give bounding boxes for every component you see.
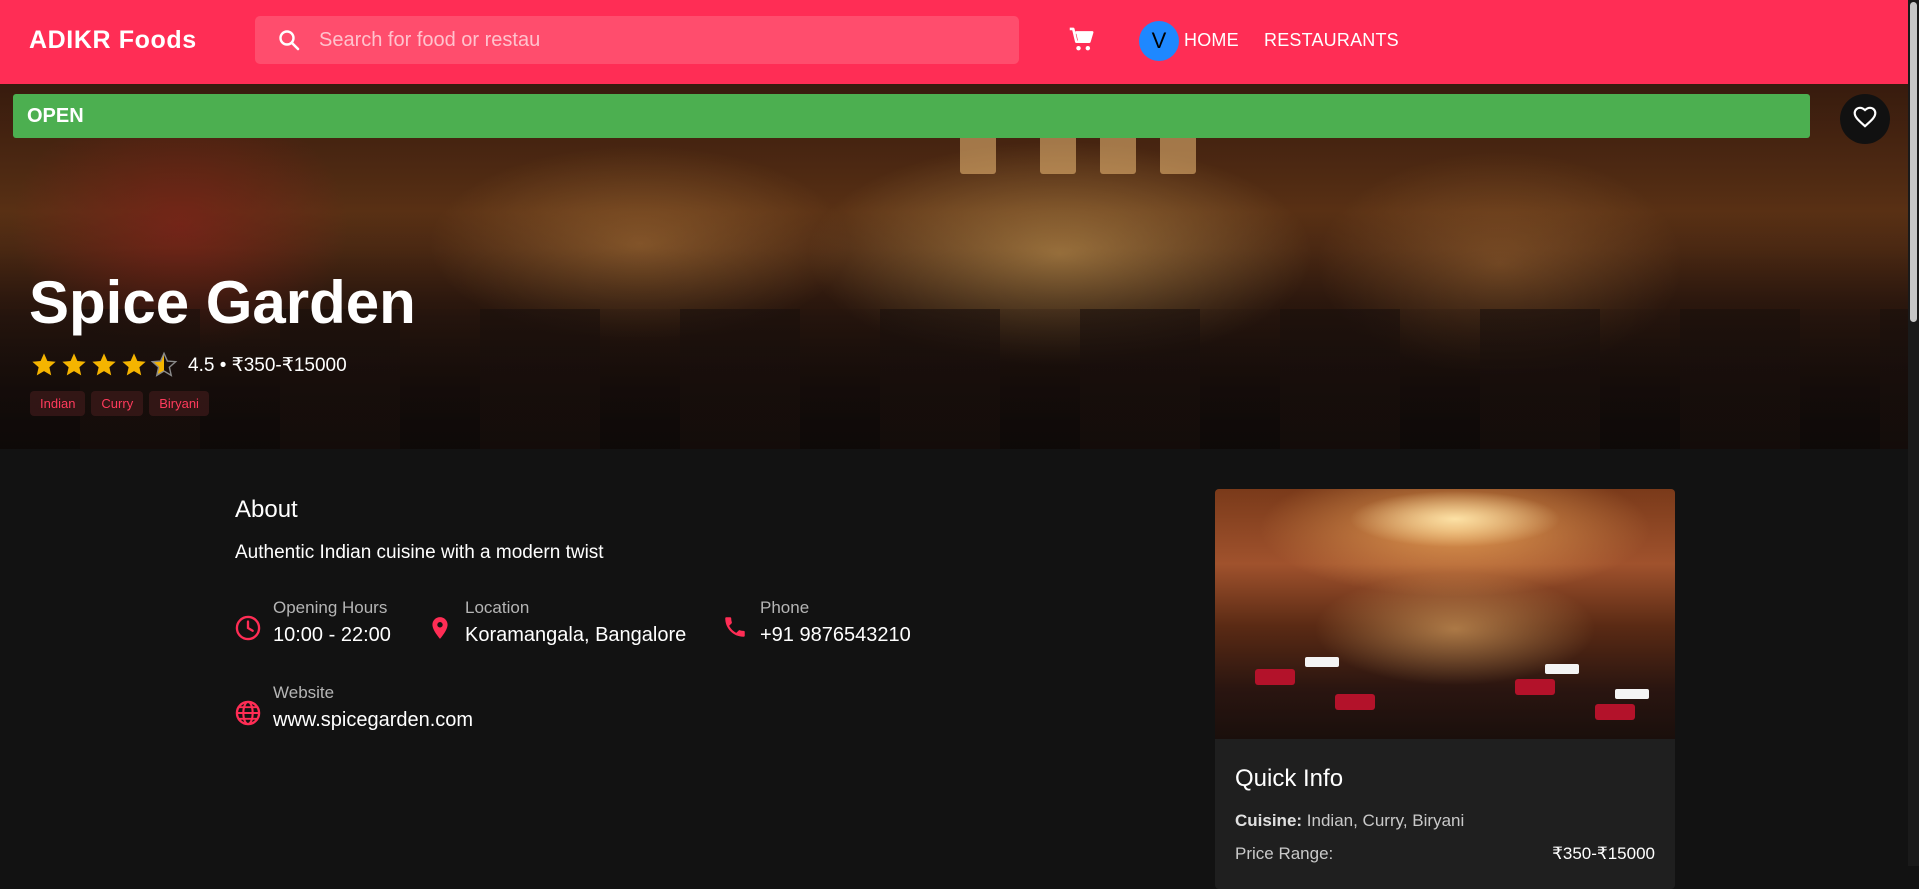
tag-chip: Indian <box>30 391 86 416</box>
search-icon <box>277 28 301 52</box>
price-range-value: ₹350-₹15000 <box>1552 844 1655 863</box>
favorite-button[interactable] <box>1840 94 1890 144</box>
page-scrollbar[interactable] <box>1908 0 1919 866</box>
phone-icon <box>720 614 750 640</box>
search-input[interactable] <box>317 27 541 53</box>
info-label: Location <box>465 598 530 617</box>
star-icon <box>62 353 86 376</box>
brand-logo[interactable]: ADIKR Foods <box>29 26 197 55</box>
search-bar[interactable] <box>255 16 1019 64</box>
info-label: Website <box>273 683 335 702</box>
quick-info-title: Quick Info <box>1235 765 1344 792</box>
price-range-label: Price Range: <box>1235 844 1334 863</box>
nav-home[interactable]: HOME <box>1184 30 1239 51</box>
info-value: Koramangala, Bangalore <box>465 624 687 646</box>
info-label: Phone <box>760 598 810 617</box>
star-icon <box>92 353 116 376</box>
cuisine-value: Indian, Curry, Biryani <box>1306 811 1465 830</box>
cuisine-label: Cuisine: <box>1235 811 1303 830</box>
about-description: Authentic Indian cuisine with a modern t… <box>235 542 604 563</box>
rating-price-text: 4.5 • ₹350-₹15000 <box>188 354 347 376</box>
location-info: Location Koramangala, Bangalore <box>425 598 686 647</box>
tag-chip: Curry <box>91 391 144 416</box>
website-info: Website www.spicegarden.com <box>233 683 473 732</box>
top-app-bar: ADIKR Foods V HOME RESTAURANTS <box>0 0 1908 84</box>
status-text: OPEN <box>27 104 84 127</box>
rating-row: 4.5 • ₹350-₹15000 <box>30 351 347 379</box>
clock-icon <box>233 614 263 642</box>
cart-icon[interactable] <box>1068 26 1096 54</box>
phone-info: Phone +91 9876543210 <box>720 598 911 647</box>
star-icon <box>122 353 146 376</box>
avatar[interactable]: V <box>1139 21 1179 61</box>
location-pin-icon <box>425 614 455 642</box>
star-icon <box>32 353 56 376</box>
restaurant-name: Spice Garden <box>29 269 416 336</box>
star-rating <box>30 351 178 379</box>
scrollbar-thumb[interactable] <box>1910 2 1917 322</box>
info-value: 10:00 - 22:00 <box>273 624 391 646</box>
cuisine-row: Cuisine: Indian, Curry, Biryani <box>1235 811 1464 831</box>
restaurant-interior-image <box>1215 489 1675 739</box>
hero-banner-image <box>0 84 1908 449</box>
nav-restaurants[interactable]: RESTAURANTS <box>1264 30 1399 51</box>
opening-hours-info: Opening Hours 10:00 - 22:00 <box>233 598 391 647</box>
about-heading: About <box>235 496 298 523</box>
heart-icon <box>1852 104 1878 135</box>
quick-info-card: Quick Info Cuisine: Indian, Curry, Birya… <box>1215 489 1675 889</box>
website-link[interactable]: www.spicegarden.com <box>273 709 473 732</box>
globe-icon <box>233 699 263 727</box>
info-label: Opening Hours <box>273 598 388 617</box>
half-star-icon <box>150 351 178 377</box>
tag-chip: Biryani <box>149 391 209 416</box>
open-status-banner: OPEN <box>13 94 1810 138</box>
cuisine-tags: Indian Curry Biryani <box>30 391 209 416</box>
info-value[interactable]: +91 9876543210 <box>760 624 911 647</box>
